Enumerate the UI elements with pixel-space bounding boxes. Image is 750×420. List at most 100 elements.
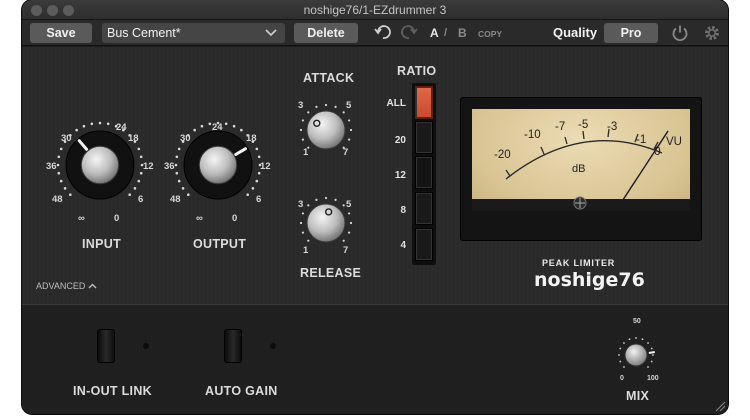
attack-scale-5: 5 xyxy=(346,100,352,111)
ratio-option-4: 4 xyxy=(400,240,406,251)
knob-tick-dot xyxy=(324,103,328,107)
output-scale-0: 0 xyxy=(232,213,238,224)
knob-tick-dot xyxy=(301,231,305,234)
gear-icon[interactable] xyxy=(703,24,721,42)
output-scale-30: 30 xyxy=(180,133,191,144)
output-label: OUTPUT xyxy=(193,237,247,251)
knob-tick-dot xyxy=(90,122,94,126)
advanced-panel: IN-OUT LINK AUTO GAIN 50 0 100 MIX xyxy=(22,304,728,414)
knob-tick-dot xyxy=(232,124,236,128)
delete-button[interactable]: Delete xyxy=(294,23,358,43)
knob-tick-dot xyxy=(175,155,179,159)
knob-tick-dot xyxy=(650,347,653,350)
attack-scale-1: 1 xyxy=(303,147,309,158)
knob-tick-dot xyxy=(177,147,181,151)
brand-subtitle: PEAK LIMITER xyxy=(542,258,616,268)
knob-tick-dot xyxy=(63,187,67,190)
knob-tick-dot xyxy=(257,171,261,175)
knob-tick-dot xyxy=(224,122,228,126)
main-panel: 24 18 12 6 0 ∞ 48 36 30 INPUT 24 18 12 6… xyxy=(22,47,728,304)
in-out-link-label: IN-OUT LINK xyxy=(73,384,152,398)
knob-cap xyxy=(80,145,120,185)
knob-tick-dot xyxy=(181,187,185,190)
auto-gain-switch[interactable] xyxy=(225,330,241,362)
redo-icon[interactable] xyxy=(400,24,418,40)
mix-scale-100: 100 xyxy=(647,375,659,382)
knob-cap xyxy=(198,145,238,185)
knob-tick-dot xyxy=(57,155,61,159)
knob-tick-dot xyxy=(334,198,337,202)
vu-scale-minus5: -5 xyxy=(578,119,589,131)
input-scale-inf: ∞ xyxy=(78,213,85,224)
knob-tick-dot xyxy=(347,212,351,215)
resize-handle-icon[interactable] xyxy=(714,400,726,412)
knob-tick-dot xyxy=(59,179,63,183)
output-scale-24: 24 xyxy=(212,122,223,133)
release-scale-7: 7 xyxy=(343,245,349,256)
chevron-down-icon xyxy=(265,29,277,37)
knob-tick-dot xyxy=(301,212,305,215)
save-button[interactable]: Save xyxy=(30,23,92,43)
ratio-option-8: 8 xyxy=(400,205,406,216)
auto-gain-led xyxy=(270,343,276,349)
knob-tick-dot xyxy=(75,128,78,132)
knob-tick-dot xyxy=(246,193,249,196)
input-scale-0: 0 xyxy=(114,213,120,224)
output-scale-18: 18 xyxy=(246,133,257,144)
ratio-button-4[interactable] xyxy=(415,228,433,261)
preset-name: Bus Cement* xyxy=(107,26,181,40)
preset-b-button[interactable]: B xyxy=(458,26,467,40)
meter-adjust-screw-icon[interactable] xyxy=(573,196,587,210)
knob-tick-dot xyxy=(139,171,143,175)
knob-tick-dot xyxy=(652,354,654,356)
copy-button[interactable]: COPY xyxy=(478,29,502,39)
knob-tick-dot xyxy=(342,204,345,207)
knob-tick-dot xyxy=(255,147,259,151)
release-label: RELEASE xyxy=(300,266,362,280)
knob-tick-dot xyxy=(57,171,61,175)
knob-tick-dot xyxy=(69,193,72,196)
knob-tick-dot xyxy=(618,354,620,356)
ratio-option-all: ALL xyxy=(386,98,406,109)
in-out-link-switch[interactable] xyxy=(98,330,114,362)
knob-tick-dot xyxy=(133,187,137,190)
ratio-button-12[interactable] xyxy=(415,156,433,189)
mix-scale-50: 50 xyxy=(633,318,641,325)
knob-tick-dot xyxy=(315,105,318,109)
power-icon[interactable] xyxy=(671,24,689,42)
release-scale-1: 1 xyxy=(303,245,309,256)
ratio-button-8[interactable] xyxy=(415,192,433,225)
chevron-up-icon xyxy=(88,283,97,289)
advanced-toggle[interactable]: ADVANCED xyxy=(36,281,97,291)
input-label: INPUT xyxy=(82,237,121,251)
knob-tick-dot xyxy=(255,179,259,183)
knob-tick-dot xyxy=(324,196,328,200)
ratio-button-all[interactable] xyxy=(415,86,433,119)
knob-tick-dot xyxy=(342,239,345,242)
knob-tick-dot xyxy=(257,155,261,159)
preset-dropdown[interactable]: Bus Cement* xyxy=(102,23,285,43)
knob-tick-dot xyxy=(59,147,63,151)
advanced-label: ADVANCED xyxy=(36,281,86,291)
quality-pro-button[interactable]: Pro xyxy=(604,23,658,43)
knob-tick-dot xyxy=(299,221,303,225)
quality-label: Quality xyxy=(553,25,598,40)
knob-tick-dot xyxy=(347,119,351,122)
knob-tick-dot xyxy=(342,111,345,114)
knob-tick-dot xyxy=(349,221,353,225)
input-scale-30: 30 xyxy=(61,133,72,144)
knob-tick-dot xyxy=(619,360,622,363)
ratio-option-12: 12 xyxy=(394,170,406,181)
mix-label: MIX xyxy=(626,389,650,403)
preset-a-button[interactable]: A xyxy=(430,26,439,40)
title-bar: noshige76/1-EZdrummer 3 xyxy=(22,0,728,20)
undo-icon[interactable] xyxy=(374,24,392,40)
in-out-link-led xyxy=(143,343,149,349)
knob-tick-dot xyxy=(647,342,649,344)
knob-tick-dot xyxy=(628,338,631,341)
knob-tick-dot xyxy=(193,128,196,132)
knob-tick-dot xyxy=(82,124,86,128)
release-scale-5: 5 xyxy=(346,199,352,210)
ratio-button-20[interactable] xyxy=(415,121,433,154)
vu-meter-face: -20 -10 -7 -5 -3 -1 0 VU dB xyxy=(472,109,690,211)
